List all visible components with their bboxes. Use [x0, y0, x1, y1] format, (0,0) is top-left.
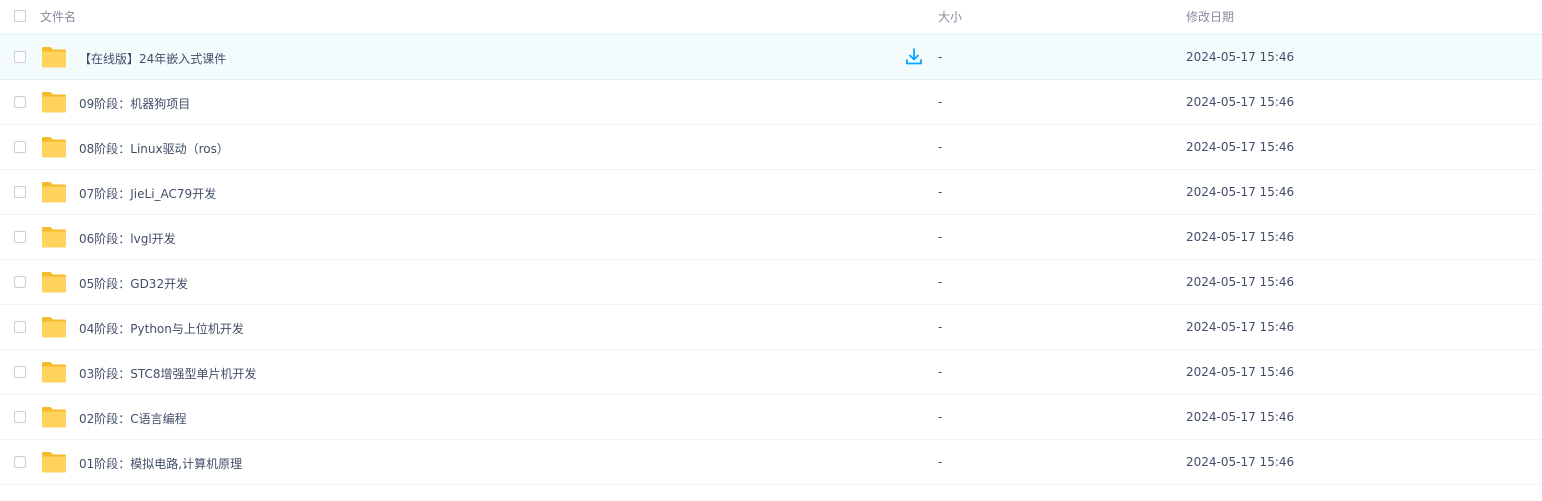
file-modified-date: 2024-05-17 15:46: [1186, 410, 1295, 424]
file-name[interactable]: 【在线版】24年嵌入式课件: [79, 50, 226, 67]
row-checkbox[interactable]: [14, 456, 26, 468]
file-table: 文件名 大小 修改日期 【在线版】24年嵌入式课件 - 2024-05-17 1…: [0, 0, 1542, 485]
file-name[interactable]: 08阶段：Linux驱动（ros）: [79, 140, 229, 157]
row-checkbox[interactable]: [14, 141, 26, 153]
file-size: -: [938, 230, 943, 244]
select-all-checkbox[interactable]: [14, 10, 26, 22]
file-size: -: [938, 185, 943, 199]
folder-icon: [42, 182, 66, 203]
row-checkbox[interactable]: [14, 276, 26, 288]
row-checkbox[interactable]: [14, 51, 26, 63]
file-name[interactable]: 03阶段：STC8增强型单片机开发: [79, 365, 257, 382]
row-checkbox[interactable]: [14, 96, 26, 108]
file-size: -: [938, 275, 943, 289]
file-modified-date: 2024-05-17 15:46: [1186, 365, 1295, 379]
folder-icon: [42, 317, 66, 338]
folder-icon: [42, 227, 66, 248]
file-modified-date: 2024-05-17 15:46: [1186, 455, 1295, 469]
folder-icon: [42, 362, 66, 383]
file-size: -: [938, 50, 943, 64]
folder-icon: [42, 47, 66, 68]
column-header-size[interactable]: 大小: [938, 8, 962, 25]
folder-icon: [42, 407, 66, 428]
file-name[interactable]: 01阶段：模拟电路,计算机原理: [79, 455, 242, 472]
file-modified-date: 2024-05-17 15:46: [1186, 320, 1295, 334]
row-checkbox[interactable]: [14, 186, 26, 198]
file-modified-date: 2024-05-17 15:46: [1186, 275, 1295, 289]
file-modified-date: 2024-05-17 15:46: [1186, 140, 1295, 154]
folder-icon: [42, 452, 66, 473]
column-header-name[interactable]: 文件名: [40, 8, 76, 25]
file-name[interactable]: 06阶段：lvgl开发: [79, 230, 176, 247]
table-row[interactable]: 05阶段：GD32开发 - 2024-05-17 15:46: [0, 260, 1542, 305]
file-size: -: [938, 95, 943, 109]
table-row[interactable]: 03阶段：STC8增强型单片机开发 - 2024-05-17 15:46: [0, 350, 1542, 395]
file-name[interactable]: 02阶段：C语言编程: [79, 410, 187, 427]
file-size: -: [938, 410, 943, 424]
file-name[interactable]: 04阶段：Python与上位机开发: [79, 320, 244, 337]
table-header: 文件名 大小 修改日期: [0, 0, 1542, 34]
file-modified-date: 2024-05-17 15:46: [1186, 185, 1295, 199]
folder-icon: [42, 92, 66, 113]
file-modified-date: 2024-05-17 15:46: [1186, 230, 1295, 244]
file-size: -: [938, 455, 943, 469]
file-name[interactable]: 09阶段：机器狗项目: [79, 95, 190, 112]
row-checkbox[interactable]: [14, 411, 26, 423]
file-size: -: [938, 140, 943, 154]
table-row[interactable]: 08阶段：Linux驱动（ros） - 2024-05-17 15:46: [0, 125, 1542, 170]
file-modified-date: 2024-05-17 15:46: [1186, 50, 1295, 64]
row-checkbox[interactable]: [14, 231, 26, 243]
folder-icon: [42, 137, 66, 158]
column-header-date[interactable]: 修改日期: [1186, 8, 1234, 25]
table-row[interactable]: 04阶段：Python与上位机开发 - 2024-05-17 15:46: [0, 305, 1542, 350]
row-checkbox[interactable]: [14, 321, 26, 333]
row-checkbox[interactable]: [14, 366, 26, 378]
file-size: -: [938, 365, 943, 379]
file-modified-date: 2024-05-17 15:46: [1186, 95, 1295, 109]
file-name[interactable]: 07阶段：JieLi_AC79开发: [79, 185, 216, 202]
table-row[interactable]: 09阶段：机器狗项目 - 2024-05-17 15:46: [0, 80, 1542, 125]
table-row[interactable]: 07阶段：JieLi_AC79开发 - 2024-05-17 15:46: [0, 170, 1542, 215]
folder-icon: [42, 272, 66, 293]
download-icon[interactable]: [904, 47, 924, 67]
file-size: -: [938, 320, 943, 334]
file-name[interactable]: 05阶段：GD32开发: [79, 275, 188, 292]
table-row[interactable]: 02阶段：C语言编程 - 2024-05-17 15:46: [0, 395, 1542, 440]
table-row[interactable]: 01阶段：模拟电路,计算机原理 - 2024-05-17 15:46: [0, 440, 1542, 485]
table-row[interactable]: 06阶段：lvgl开发 - 2024-05-17 15:46: [0, 215, 1542, 260]
table-row[interactable]: 【在线版】24年嵌入式课件 - 2024-05-17 15:46: [0, 34, 1542, 80]
